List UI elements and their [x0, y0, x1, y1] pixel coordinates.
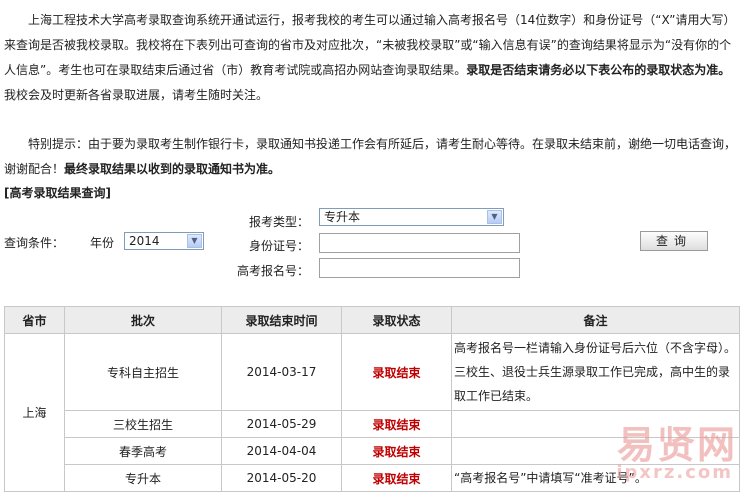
reg-label: 高考报名号： — [237, 264, 310, 278]
date-cell: 2014-05-20 — [221, 464, 342, 492]
province-cell: 上海 — [4, 333, 65, 492]
status-cell: 录取结束 — [341, 464, 452, 492]
tip-paragraph: 特别提示：由于要为录取考生制作银行卡，录取通知书投递工作会有所延后，请考生耐心等… — [4, 132, 738, 182]
registration-number-input[interactable] — [319, 258, 520, 278]
condition-label: 查询条件： — [4, 236, 65, 250]
type-label: 报考类型： — [249, 215, 310, 229]
type-select-value: 专升本 — [324, 210, 361, 224]
id-label: 身份证号： — [249, 239, 310, 253]
query-form: 查询条件： 年份 2014 ▼ 报考类型： 专升本 ▼ 身份证号： 高考报名号：… — [0, 206, 745, 284]
date-cell: 2014-05-29 — [221, 410, 342, 438]
header-note: 备注 — [451, 306, 740, 334]
chevron-down-icon: ▼ — [487, 210, 502, 224]
header-end-time: 录取结束时间 — [221, 306, 342, 334]
intro-text: 上海工程技术大学高考录取查询系统开通试运行，报考我校的考生可以通过输入高考报名号… — [4, 8, 738, 108]
admission-status-table: 省市 批次 录取结束时间 录取状态 备注 上海 专科自主招生 2014-03-1… — [4, 306, 740, 492]
date-cell: 2014-03-17 — [221, 333, 342, 411]
batch-cell: 春季高考 — [64, 437, 222, 465]
table-row: 上海 专科自主招生 2014-03-17 录取结束 高考报名号一栏请输入身份证号… — [4, 333, 740, 492]
tip-text-bold: 最终录取结果以收到的录取通知书为准。 — [64, 162, 281, 176]
header-status: 录取状态 — [341, 306, 452, 334]
note-cell — [451, 437, 740, 465]
note-cell: “高考报名号”中请填写“准考证号”。 — [451, 464, 740, 492]
table-row: 专升本 2014-05-20 录取结束 “高考报名号”中请填写“准考证号”。 — [5, 464, 740, 492]
id-number-input[interactable] — [319, 233, 520, 253]
special-tip: 特别提示：由于要为录取考生制作银行卡，录取通知书投递工作会有所延后，请考生耐心等… — [4, 132, 738, 182]
intro-paragraph: 上海工程技术大学高考录取查询系统开通试运行，报考我校的考生可以通过输入高考报名号… — [4, 8, 738, 108]
type-select[interactable]: 专升本 ▼ — [319, 208, 504, 226]
table-row: 春季高考 2014-04-04 录取结束 — [5, 437, 740, 465]
note-cell — [451, 410, 740, 438]
status-cell: 录取结束 — [341, 410, 452, 438]
header-batch: 批次 — [64, 306, 222, 334]
note-cell: 高考报名号一栏请输入身份证号后六位（不含字母）。三校生、退役士兵生源录取工作已完… — [451, 333, 740, 411]
table-header-row: 省市 批次 录取结束时间 录取状态 备注 — [4, 306, 740, 334]
date-cell: 2014-04-04 — [221, 437, 342, 465]
status-cell: 录取结束 — [341, 333, 452, 411]
table-row: 三校生招生 2014-05-29 录取结束 — [5, 410, 740, 438]
intro-text-end: 我校会及时更新各省录取进展，请考生随时关注。 — [4, 88, 269, 102]
batch-cell: 专升本 — [64, 464, 222, 492]
intro-text-bold: 录取是否结束请务必以下表公布的录取状态为准。 — [466, 63, 731, 77]
chevron-down-icon: ▼ — [187, 234, 202, 248]
status-cell: 录取结束 — [341, 437, 452, 465]
query-button[interactable]: 查询 — [640, 231, 708, 251]
query-section-title: [高考录取结果查询] — [4, 186, 111, 200]
year-select-value: 2014 — [129, 234, 160, 248]
batch-cell: 专科自主招生 — [64, 333, 222, 411]
year-select[interactable]: 2014 ▼ — [124, 232, 204, 250]
year-label: 年份 — [90, 236, 115, 250]
batch-cell: 三校生招生 — [64, 410, 222, 438]
header-province: 省市 — [4, 306, 65, 334]
